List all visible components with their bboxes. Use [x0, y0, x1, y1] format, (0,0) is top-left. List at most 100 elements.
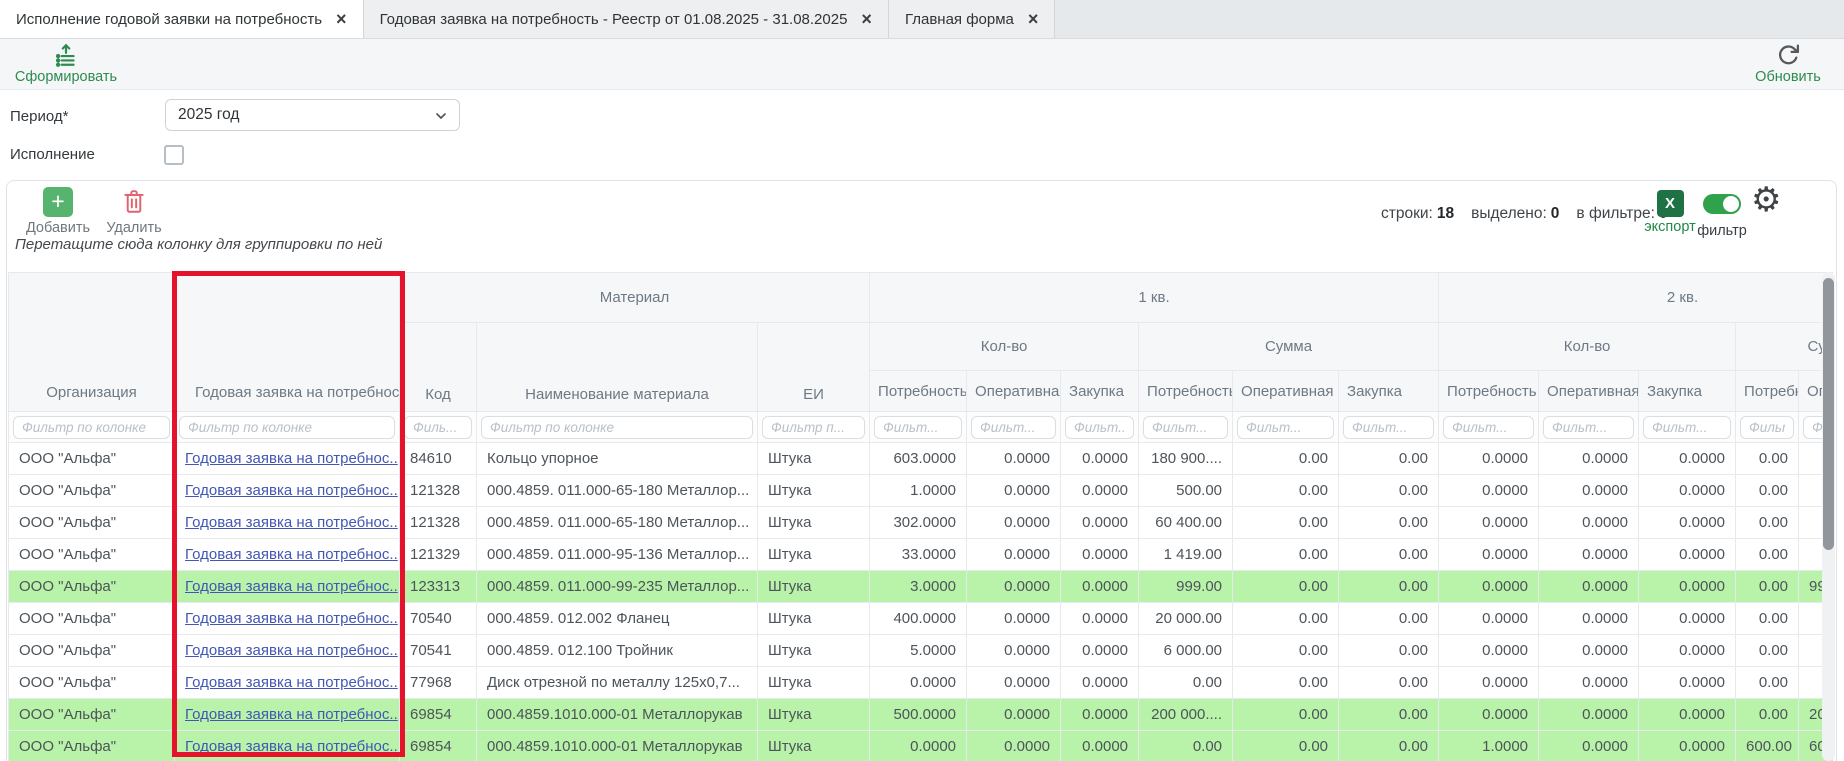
table-row[interactable]: ООО "Альфа"Годовая заявка на потребнос..…	[9, 635, 1834, 667]
cell-material-name: 000.4859. 012.100 Тройник	[477, 635, 758, 667]
annual-request-link[interactable]: Годовая заявка на потребнос..	[185, 482, 398, 499]
tab-close-icon[interactable]: ×	[861, 10, 872, 28]
cell-unit: Штука	[758, 443, 870, 475]
table-row[interactable]: ООО "Альфа"Годовая заявка на потребнос..…	[9, 475, 1834, 507]
cell-q1-qty-purchase: 0.0000	[1061, 475, 1139, 507]
tab-annual-request-registry[interactable]: Годовая заявка на потребность - Реестр о…	[364, 0, 889, 38]
app-window: Исполнение годовой заявки на потребность…	[0, 0, 1844, 761]
table-row[interactable]: ООО "Альфа"Годовая заявка на потребнос..…	[9, 667, 1834, 699]
add-button[interactable]: + Добавить	[21, 187, 95, 236]
generate-button[interactable]: Сформировать	[14, 42, 118, 85]
column-header-q1-sum-operative[interactable]: Оперативная	[1233, 371, 1339, 412]
column-filter-input[interactable]	[1237, 416, 1334, 439]
column-header-organization[interactable]: Организация	[9, 273, 175, 412]
cell-q2-sum-need: 0.00	[1736, 699, 1799, 731]
table-row[interactable]: ООО "Альфа"Годовая заявка на потребнос..…	[9, 539, 1834, 571]
cell-code: 69854	[400, 699, 477, 731]
execution-checkbox[interactable]	[164, 145, 184, 165]
column-filter-input[interactable]	[1740, 416, 1794, 439]
column-header-q1-qty-purchase[interactable]: Закупка	[1061, 371, 1139, 412]
cell-q2-qty-need: 0.0000	[1439, 539, 1539, 571]
cell-q2-qty-purchase: 0.0000	[1639, 731, 1736, 761]
column-header-q2-qty-need[interactable]: Потребность	[1439, 371, 1539, 412]
cell-q1-sum-purchase: 0.00	[1339, 443, 1439, 475]
column-filter-input[interactable]	[1143, 416, 1228, 439]
column-filter-input[interactable]	[1543, 416, 1634, 439]
cell-code: 121328	[400, 475, 477, 507]
column-filter-input[interactable]	[1065, 416, 1134, 439]
column-header-material-name[interactable]: Наименование материала	[477, 323, 758, 412]
settings-gear-button[interactable]: ⚙	[1751, 183, 1781, 217]
table-row[interactable]: ООО "Альфа"Годовая заявка на потребнос..…	[9, 443, 1834, 475]
toggle-on-icon	[1703, 194, 1741, 214]
column-filter-input[interactable]	[1443, 416, 1534, 439]
grid-stats: строки:18 выделено:0 в фильтре:0	[1381, 205, 1668, 223]
column-filter-input[interactable]	[874, 416, 962, 439]
cell-q1-sum-purchase: 0.00	[1339, 507, 1439, 539]
cell-q2-qty-purchase: 0.0000	[1639, 603, 1736, 635]
tab-close-icon[interactable]: ×	[336, 10, 347, 28]
cell-q2-sum-need: 0.00	[1736, 667, 1799, 699]
table-row[interactable]: ООО "Альфа"Годовая заявка на потребнос..…	[9, 571, 1834, 603]
column-header-annual-request[interactable]: Годовая заявка на потребность	[175, 273, 400, 412]
table-row[interactable]: ООО "Альфа"Годовая заявка на потребнос..…	[9, 699, 1834, 731]
cell-q2-sum-need: 0.00	[1736, 539, 1799, 571]
column-header-unit[interactable]: ЕИ	[758, 323, 870, 412]
tab-close-icon[interactable]: ×	[1028, 10, 1039, 28]
vertical-scrollbar-thumb[interactable]	[1823, 278, 1834, 550]
column-header-code[interactable]: Код	[400, 323, 477, 412]
column-header-q1-qty-need[interactable]: Потребность	[870, 371, 967, 412]
column-filter-input[interactable]	[1343, 416, 1434, 439]
table-row[interactable]: ООО "Альфа"Годовая заявка на потребнос..…	[9, 507, 1834, 539]
table-row[interactable]: ООО "Альфа"Годовая заявка на потребнос..…	[9, 603, 1834, 635]
annual-request-link[interactable]: Годовая заявка на потребнос..	[185, 738, 398, 755]
column-header-q1-sum-purchase[interactable]: Закупка	[1339, 371, 1439, 412]
cell-q1-sum-purchase: 0.00	[1339, 699, 1439, 731]
cell-q1-qty-operative: 0.0000	[967, 699, 1061, 731]
annual-request-link[interactable]: Годовая заявка на потребнос..	[185, 450, 398, 467]
tab-main-form[interactable]: Главная форма ×	[889, 0, 1055, 38]
period-select[interactable]: 2025 год	[165, 99, 460, 131]
column-filter-input[interactable]	[404, 416, 472, 439]
cell-q1-sum-operative: 0.00	[1233, 571, 1339, 603]
cell-q1-sum-need: 6 000.00	[1139, 635, 1233, 667]
group-header-material: Материал	[400, 273, 870, 323]
cell-q1-qty-operative: 0.0000	[967, 475, 1061, 507]
column-filter-input[interactable]	[762, 416, 865, 439]
cell-q1-qty-operative: 0.0000	[967, 731, 1061, 761]
annual-request-link[interactable]: Годовая заявка на потребнос..	[185, 546, 398, 563]
cell-unit: Штука	[758, 603, 870, 635]
cell-q1-qty-operative: 0.0000	[967, 635, 1061, 667]
cell-q1-qty-purchase: 0.0000	[1061, 635, 1139, 667]
refresh-label: Обновить	[1750, 69, 1826, 85]
column-header-q1-qty-operative[interactable]: Оперативная	[967, 371, 1061, 412]
column-filter-input[interactable]	[971, 416, 1056, 439]
table-row[interactable]: ООО "Альфа"Годовая заявка на потребнос..…	[9, 731, 1834, 761]
cell-code: 121328	[400, 507, 477, 539]
column-filter-input[interactable]	[1643, 416, 1731, 439]
refresh-button[interactable]: Обновить	[1750, 42, 1826, 85]
column-filter-input[interactable]	[179, 416, 395, 439]
tab-execution-annual-request[interactable]: Исполнение годовой заявки на потребность…	[0, 0, 364, 38]
delete-button[interactable]: Удалить	[99, 187, 169, 236]
column-header-q2-sum-need[interactable]: Потребность	[1736, 371, 1799, 412]
filter-cell	[870, 412, 967, 443]
column-header-q2-qty-purchase[interactable]: Закупка	[1639, 371, 1736, 412]
filter-toggle[interactable]: фильтр	[1691, 194, 1753, 239]
annual-request-link[interactable]: Годовая заявка на потребнос..	[185, 642, 398, 659]
column-header-q1-sum-need[interactable]: Потребность	[1139, 371, 1233, 412]
annual-request-link[interactable]: Годовая заявка на потребнос..	[185, 578, 398, 595]
column-filter-input[interactable]	[481, 416, 753, 439]
vertical-scrollbar[interactable]	[1822, 272, 1835, 761]
annual-request-link[interactable]: Годовая заявка на потребнос..	[185, 514, 398, 531]
cell-unit: Штука	[758, 571, 870, 603]
cell-material-name: 000.4859. 011.000-65-180 Металлор...	[477, 475, 758, 507]
column-header-q2-qty-operative[interactable]: Оперативная	[1539, 371, 1639, 412]
filter-cell	[175, 412, 400, 443]
column-filter-input[interactable]	[13, 416, 170, 439]
annual-request-link[interactable]: Годовая заявка на потребнос..	[185, 610, 398, 627]
annual-request-link[interactable]: Годовая заявка на потребнос..	[185, 706, 398, 723]
group-by-drop-zone[interactable]: Перетащите сюда колонку для группировки …	[15, 236, 382, 253]
cell-q1-sum-need: 0.00	[1139, 731, 1233, 761]
annual-request-link[interactable]: Годовая заявка на потребнос..	[185, 674, 398, 691]
